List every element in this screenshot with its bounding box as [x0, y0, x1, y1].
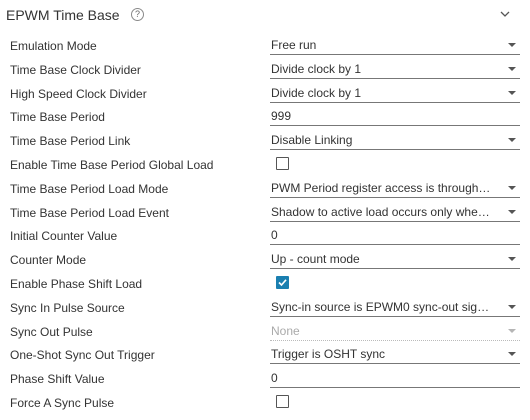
- field-value: 0: [271, 371, 278, 386]
- field-row-time-base-period-load-mode: Time Base Period Load Mode PWM Period reg…: [0, 178, 530, 202]
- field-label: Time Base Clock Divider: [10, 62, 141, 77]
- field-row-force-a-sync-pulse: Force A Sync Pulse: [0, 392, 530, 416]
- caret-down-icon: [508, 304, 516, 309]
- time-base-period-load-event-dropdown[interactable]: Shadow to active load occurs only whe…: [270, 203, 520, 222]
- field-label: Phase Shift Value: [10, 372, 105, 387]
- enable-phase-shift-load-checkbox[interactable]: [276, 275, 289, 289]
- field-row-enable-phase-shift-load: Enable Phase Shift Load: [0, 273, 530, 297]
- field-label: Time Base Period Link: [10, 134, 131, 149]
- caret-down-icon: [508, 352, 516, 357]
- field-label: Time Base Period: [10, 110, 105, 125]
- field-row-one-shot-sync-out-trigger: One-Shot Sync Out Trigger Trigger is OSHT…: [0, 344, 530, 368]
- time-base-clock-divider-dropdown[interactable]: Divide clock by 1: [270, 60, 520, 79]
- field-label: Enable Time Base Period Global Load: [10, 157, 214, 172]
- field-row-time-base-period-link: Time Base Period Link Disable Linking: [0, 130, 530, 154]
- caret-down-icon: [508, 209, 516, 214]
- field-label: Sync In Pulse Source: [10, 300, 125, 315]
- field-value: 999: [271, 109, 292, 124]
- field-value: Free run: [271, 38, 317, 52]
- field-label: One-Shot Sync Out Trigger: [10, 348, 155, 363]
- field-value: 0: [271, 228, 278, 243]
- field-value: Up - count mode: [271, 252, 360, 267]
- force-a-sync-pulse-checkbox[interactable]: [276, 394, 289, 408]
- field-row-emulation-mode: Emulation Mode Free run: [0, 35, 530, 59]
- field-value: Sync-in source is EPWM0 sync-out sig…: [271, 299, 490, 314]
- field-row-sync-in-pulse-source: Sync In Pulse Source Sync-in source is EP…: [0, 297, 530, 321]
- field-label: Time Base Period Load Event: [10, 205, 169, 220]
- caret-down-icon: [508, 138, 516, 143]
- field-label: Force A Sync Pulse: [10, 395, 115, 410]
- field-value: None: [271, 323, 300, 338]
- field-list: Emulation Mode Free run Time Base Clock Di…: [0, 35, 530, 416]
- help-icon[interactable]: ?: [131, 8, 144, 21]
- field-row-high-speed-clock-divider: High Speed Clock Divider Divide clock by …: [0, 83, 530, 107]
- caret-down-icon: [508, 328, 516, 333]
- enable-time-base-period-global-load-checkbox[interactable]: [276, 156, 289, 170]
- sync-out-pulse-dropdown: None: [270, 322, 520, 341]
- checkmark-icon: [278, 279, 287, 287]
- field-label: Sync Out Pulse: [10, 324, 93, 339]
- caret-down-icon: [508, 90, 516, 95]
- field-value: Divide clock by 1: [271, 85, 362, 100]
- initial-counter-value-input[interactable]: 0: [270, 226, 520, 246]
- one-shot-sync-out-trigger-dropdown[interactable]: Trigger is OSHT sync: [270, 345, 520, 365]
- caret-down-icon: [508, 66, 516, 71]
- caret-down-icon: [508, 43, 516, 47]
- sync-in-pulse-source-dropdown[interactable]: Sync-in source is EPWM0 sync-out sig…: [270, 298, 520, 317]
- emulation-mode-dropdown[interactable]: Free run: [270, 36, 520, 55]
- field-value: Shadow to active load occurs only whe…: [271, 204, 490, 219]
- caret-down-icon: [508, 257, 516, 262]
- field-row-initial-counter-value: Initial Counter Value 0: [0, 225, 530, 249]
- field-row-time-base-period-load-event: Time Base Period Load Event Shadow to act…: [0, 202, 530, 226]
- phase-shift-value-input[interactable]: 0: [270, 369, 520, 389]
- section-title: EPWM Time Base: [6, 7, 120, 23]
- time-base-period-input[interactable]: 999: [270, 107, 520, 127]
- field-value: Disable Linking: [271, 133, 353, 148]
- counter-mode-dropdown[interactable]: Up - count mode: [270, 250, 520, 270]
- field-label: High Speed Clock Divider: [10, 86, 147, 101]
- caret-down-icon: [508, 185, 516, 190]
- field-label: Time Base Period Load Mode: [10, 181, 169, 196]
- field-label: Counter Mode: [10, 253, 87, 268]
- field-row-counter-mode: Counter Mode Up - count mode: [0, 249, 530, 273]
- field-row-enable-time-base-period-global-load: Enable Time Base Period Global Load: [0, 154, 530, 178]
- field-row-phase-shift-value: Phase Shift Value 0: [0, 368, 530, 392]
- section-header[interactable]: EPWM Time Base ?: [0, 0, 530, 30]
- high-speed-clock-divider-dropdown[interactable]: Divide clock by 1: [270, 84, 520, 103]
- field-label: Enable Phase Shift Load: [10, 276, 143, 291]
- epwm-time-base-panel: EPWM Time Base ? Emulation Mode Free run T…: [0, 0, 530, 420]
- field-label: Initial Counter Value: [10, 229, 118, 244]
- field-value: PWM Period register access is through…: [271, 180, 491, 195]
- chevron-down-icon[interactable]: [499, 9, 511, 19]
- field-value: Trigger is OSHT sync: [271, 347, 386, 362]
- field-row-time-base-clock-divider: Time Base Clock Divider Divide clock by 1: [0, 59, 530, 83]
- field-row-time-base-period: Time Base Period 999: [0, 106, 530, 130]
- field-label: Emulation Mode: [10, 39, 97, 53]
- time-base-period-link-dropdown[interactable]: Disable Linking: [270, 131, 520, 151]
- field-row-sync-out-pulse: Sync Out Pulse None: [0, 321, 530, 345]
- time-base-period-load-mode-dropdown[interactable]: PWM Period register access is through…: [270, 179, 520, 198]
- field-value: Divide clock by 1: [271, 61, 362, 76]
